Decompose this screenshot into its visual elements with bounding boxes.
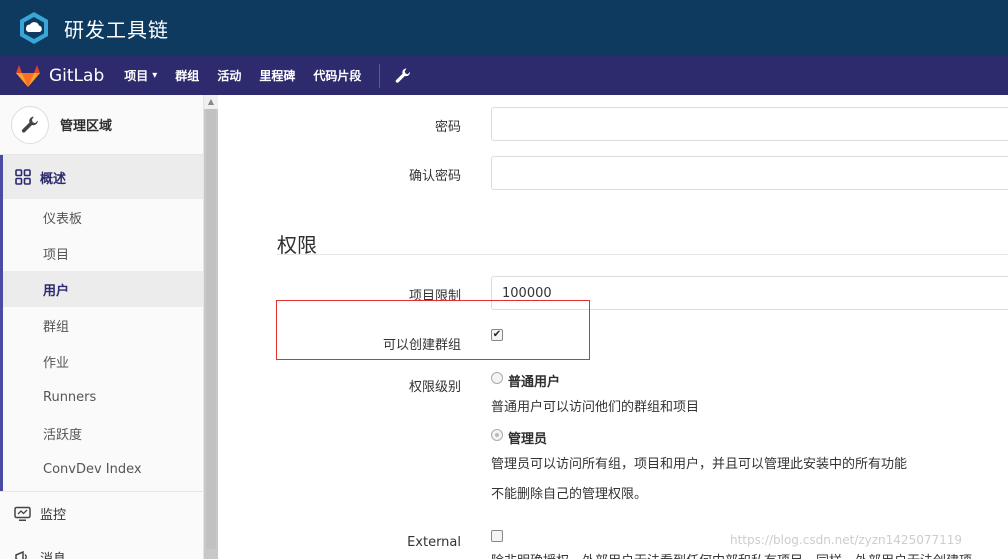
chevron-down-icon: ▾	[152, 70, 158, 81]
sidebar-item-users[interactable]: 用户	[0, 271, 203, 307]
gitlab-name[interactable]: GitLab	[49, 66, 104, 86]
monitor-icon	[14, 506, 31, 521]
access-admin-radio[interactable]	[491, 429, 503, 441]
grid-icon	[15, 169, 31, 185]
cloud-hexagon-icon[interactable]	[16, 10, 52, 46]
sidebar-item-projects[interactable]: 项目	[0, 235, 203, 271]
wrench-icon[interactable]	[394, 67, 412, 85]
sidebar-item-label: 监控	[40, 508, 67, 523]
nav-snippets[interactable]: 代码片段	[313, 67, 361, 84]
sidebar-item-jobs[interactable]: 作业	[0, 343, 203, 379]
sidebar-item-convdev-index[interactable]: ConvDev Index	[0, 451, 203, 487]
external-help: 除非明确授权，外部用户无法看到任何内部和私有项目。同样，外部用户无法创建项	[491, 550, 1008, 559]
sidebar-item-groups[interactable]: 群组	[0, 307, 203, 343]
external-checkbox[interactable]	[491, 530, 503, 542]
nav-activity[interactable]: 活动	[217, 67, 241, 84]
access-regular-radio[interactable]	[491, 372, 503, 384]
nav-projects[interactable]: 项目 ▾	[124, 67, 157, 84]
sidebar-item-label: 消息	[40, 551, 67, 559]
sidebar-item-runners[interactable]: Runners	[0, 379, 203, 415]
nav-milestones[interactable]: 里程碑	[259, 67, 295, 84]
access-regular-help: 普通用户可以访问他们的群组和项目	[491, 400, 700, 415]
access-admin-title: 管理员	[508, 432, 548, 447]
highlight-annotation-box	[276, 300, 590, 360]
nav-groups[interactable]: 群组	[175, 67, 199, 84]
sidebar-item-dashboard[interactable]: 仪表板	[0, 199, 203, 235]
external-label: External	[407, 535, 461, 550]
access-regular-title: 普通用户	[508, 375, 561, 390]
sidebar-title: 管理区域	[60, 119, 113, 134]
sidebar-item-messages[interactable]: 消息	[0, 535, 203, 559]
brand-bar: 研发工具链	[0, 0, 1008, 56]
top-navbar: GitLab 项目 ▾ 群组 活动 里程碑 代码片段	[0, 56, 1008, 95]
password-confirm-label: 确认密码	[408, 169, 461, 184]
sidebar: 管理区域 概述 仪表板 项目 用户 群组 作业 Runners 活跃度 Conv…	[0, 95, 204, 559]
main-content: 密码 确认密码 权限 项目限制 100000 可以创建群组 ✔ 权限级别 普通用…	[218, 95, 1008, 559]
scroll-up-arrow-icon[interactable]: ▲	[204, 95, 218, 109]
sidebar-header[interactable]: 管理区域	[0, 95, 203, 155]
brand-title: 研发工具链	[64, 17, 169, 42]
wrench-icon	[21, 116, 38, 133]
sidebar-item-activity[interactable]: 活跃度	[0, 415, 203, 451]
password-confirm-input[interactable]	[491, 156, 1008, 190]
sidebar-item-monitoring[interactable]: 监控	[0, 491, 203, 535]
access-admin-note: 不能删除自己的管理权限。	[491, 487, 648, 502]
password-label: 密码	[434, 120, 461, 135]
watermark: https://blog.csdn.net/zyzn1425077119	[730, 533, 963, 547]
access-admin-help: 管理员可以访问所有组，项目和用户，并且可以管理此安装中的所有功能	[491, 457, 908, 472]
gitlab-logo-icon[interactable]	[15, 64, 41, 88]
sidebar-scrollbar[interactable]: ▲	[204, 95, 218, 559]
sidebar-item-label: 概述	[40, 171, 67, 187]
sidebar-item-overview[interactable]: 概述	[0, 155, 203, 199]
access-level-label: 权限级别	[408, 380, 461, 395]
nav-separator	[379, 63, 381, 88]
scrollbar-thumb[interactable]	[206, 109, 216, 549]
password-input[interactable]	[491, 107, 1008, 141]
broadcast-icon	[15, 550, 27, 559]
section-divider	[277, 254, 1008, 255]
admin-avatar	[11, 105, 49, 144]
